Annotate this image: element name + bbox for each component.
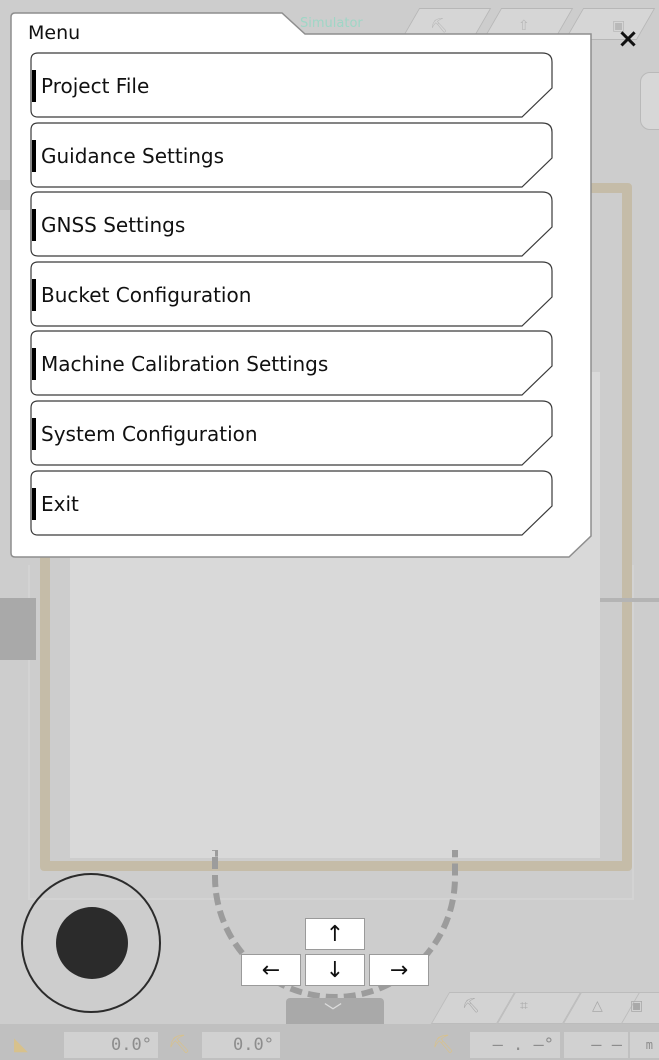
menu-title: Menu — [28, 22, 81, 44]
excavator-icon: ⛏ — [462, 998, 480, 1014]
menu-item-label: Project File — [41, 74, 150, 98]
arrow-down-icon[interactable]: ↓ — [305, 954, 365, 986]
bucket-icon: ◣ — [14, 1034, 28, 1055]
menu-item-project-file[interactable]: Project File — [30, 52, 554, 118]
item-marker — [32, 418, 36, 450]
menu-item-exit[interactable]: Exit — [30, 470, 554, 536]
machine-icon: ⛏ — [432, 1034, 455, 1055]
target-icon: ⌗ — [520, 998, 528, 1014]
level-icon: △ — [592, 998, 603, 1014]
arrow-right-icon[interactable]: → — [369, 954, 429, 986]
arrow-left-icon[interactable]: ← — [241, 954, 301, 986]
side-panel-toggle[interactable] — [640, 72, 659, 130]
menu-item-gnss-settings[interactable]: GNSS Settings — [30, 191, 554, 257]
menu-item-label: Machine Calibration Settings — [41, 352, 329, 376]
left-panel-edge — [0, 598, 36, 660]
tilt-icon: ⛏ — [168, 1034, 191, 1055]
menu-item-label: System Configuration — [41, 422, 258, 446]
item-marker — [32, 348, 36, 380]
roll-readout: 0.0° — [202, 1032, 280, 1058]
unit-label: m — [630, 1032, 659, 1058]
joystick-icon[interactable] — [56, 907, 128, 979]
reference-line — [600, 598, 659, 602]
left-strip — [0, 180, 10, 210]
window-icon: ▣ — [630, 998, 644, 1014]
menu-item-label: GNSS Settings — [41, 213, 186, 237]
item-marker — [32, 140, 36, 172]
chevron-down-icon: ﹀ — [324, 1002, 342, 1023]
menu-item-bucket-configuration[interactable]: Bucket Configuration — [30, 261, 554, 327]
item-marker — [32, 70, 36, 102]
menu-item-label: Exit — [41, 492, 79, 516]
item-marker — [32, 279, 36, 311]
menu-item-guidance-settings[interactable]: Guidance Settings — [30, 122, 554, 188]
menu-item-label: Guidance Settings — [41, 144, 225, 168]
arrow-up-icon[interactable]: ↑ — [305, 918, 365, 950]
pitch-readout: 0.0° — [64, 1032, 158, 1058]
angle-readout: — . —° — [470, 1032, 560, 1058]
bottom-expand-tab[interactable]: ﹀ — [286, 998, 384, 1026]
close-icon[interactable]: × — [614, 25, 642, 53]
menu-item-system-configuration[interactable]: System Configuration — [30, 400, 554, 466]
item-marker — [32, 488, 36, 520]
menu-item-machine-calibration-settings[interactable]: Machine Calibration Settings — [30, 330, 554, 396]
menu-item-label: Bucket Configuration — [41, 283, 252, 307]
distance-readout: — — — [564, 1032, 628, 1058]
item-marker — [32, 209, 36, 241]
